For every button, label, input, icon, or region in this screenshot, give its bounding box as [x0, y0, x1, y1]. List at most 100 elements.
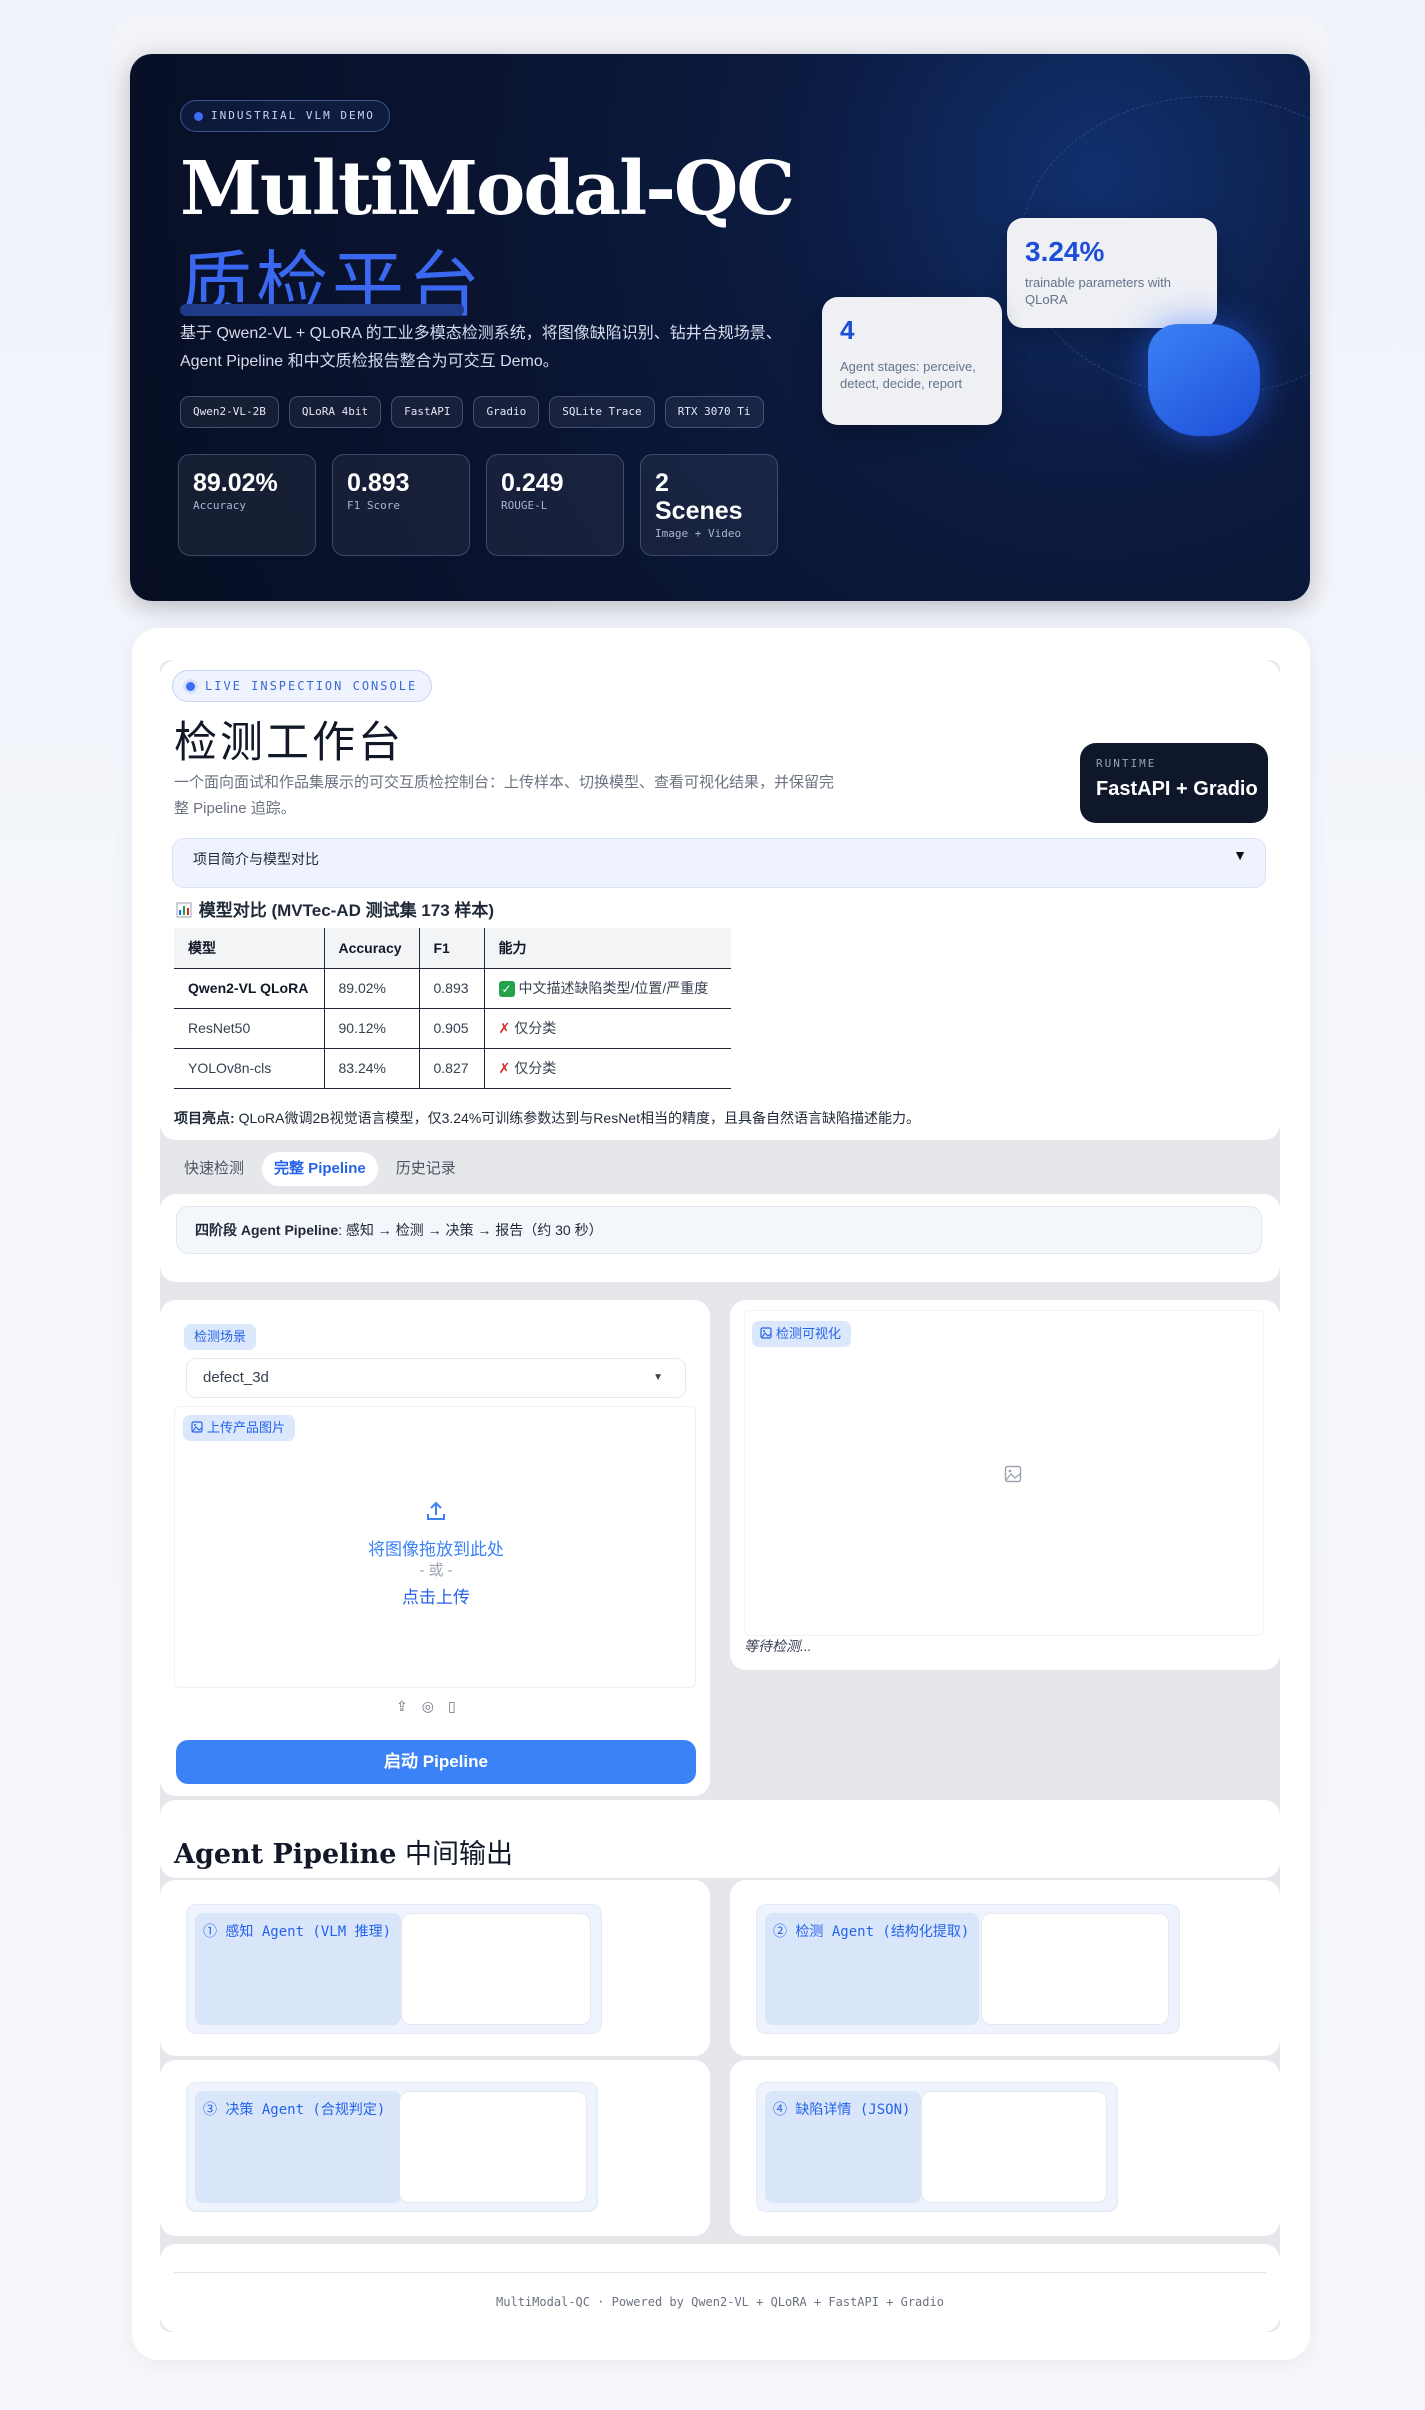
workspace-title: 检测工作台 [174, 718, 404, 768]
decide-agent-label: ③ 决策 Agent (合规判定) [195, 2091, 401, 2203]
metric-row: 89.02% Accuracy 0.893 F1 Score 0.249 ROU… [178, 454, 778, 556]
tab-history[interactable]: 历史记录 [384, 1152, 468, 1186]
metric-value: 0.249 [501, 469, 564, 497]
table-header: 能力 [484, 928, 731, 968]
upload-or-text: - 或 - [419, 1562, 453, 1579]
model-name: YOLOv8n-cls [174, 1047, 325, 1089]
tech-chip-row: Qwen2-VL-2B QLoRA 4bit FastAPI Gradio SQ… [180, 396, 764, 428]
metric-accuracy: 89.02% Accuracy [178, 454, 316, 556]
visualization-status: 等待检测... [744, 1638, 812, 1654]
visualization-label: 检测可视化 [752, 1321, 852, 1347]
runtime-badge: RUNTIME FastAPI + Gradio [1080, 743, 1268, 823]
params-label: trainable parameters with QLoRA [1025, 275, 1171, 307]
cross-icon: ✗ [498, 1020, 511, 1036]
metric-value: 0.893 [347, 469, 410, 497]
decide-agent-output: ③ 决策 Agent (合规判定) [186, 2082, 598, 2212]
defect-json-label: ④ 缺陷详情 (JSON) [765, 2091, 921, 2203]
metric-scenes: 2 Scenes Image + Video [640, 454, 778, 556]
detect-agent-label: ② 检测 Agent (结构化提取) [765, 1913, 979, 2025]
defect-json-output: ④ 缺陷详情 (JSON) [756, 2082, 1118, 2212]
clipboard-icon[interactable]: ▯ [448, 1698, 456, 1715]
agent-pipeline-title: Agent Pipeline 中间输出 [174, 1832, 513, 1871]
accordion-title: 项目简介与模型对比 [193, 851, 319, 867]
model-ability: ✓ 中文描述缺陷类型/位置/严重度 [484, 967, 731, 1008]
tech-chip: QLoRA 4bit [288, 396, 382, 428]
image-placeholder-icon [1004, 1465, 1022, 1483]
upload-icon [427, 1501, 445, 1520]
footer-card [160, 2244, 1280, 2332]
upload-icon[interactable]: ⇪ [396, 1698, 408, 1715]
ability-text: 仅分类 [514, 1020, 557, 1036]
decide-agent-textbox[interactable] [399, 2091, 587, 2203]
model-f1: 0.827 [419, 1047, 485, 1089]
project-highlight: 项目亮点: QLoRA微调2B视觉语言模型，仅3.24%可训练参数达到与ResN… [174, 1108, 920, 1128]
hero-description: 基于 Qwen2-VL + QLoRA 的工业多模态检测系统，将图像缺陷识别、钻… [180, 325, 782, 370]
bar-chart-icon [176, 902, 192, 918]
visualization-label-text: 检测可视化 [776, 1326, 842, 1341]
tech-chip: FastAPI [391, 396, 464, 428]
params-card: 3.24% trainable parameters with QLoRA [1007, 218, 1217, 328]
upload-drop-text: 将图像拖放到此处 [368, 1540, 504, 1559]
stages-card: 4 Agent stages: perceive, detect, decide… [822, 297, 1002, 425]
check-icon: ✓ [498, 981, 515, 997]
stages-label: Agent stages: perceive, detect, decide, … [840, 359, 976, 391]
decorative-blob [1148, 324, 1260, 436]
metric-label: Accuracy [193, 499, 246, 512]
scene-label: 检测场景 [184, 1324, 257, 1350]
comparison-title-text: 模型对比 (MVTec-AD 测试集 173 样本) [198, 901, 495, 920]
model-name: ResNet50 [174, 1007, 325, 1048]
detect-agent-textbox[interactable] [981, 1913, 1169, 2025]
table-header: 模型 [174, 928, 325, 968]
metric-label: F1 Score [347, 499, 400, 512]
tab-quick-detect[interactable]: 快速检测 [172, 1152, 256, 1186]
model-f1: 0.893 [419, 967, 485, 1008]
stages-value: 4 [840, 315, 855, 345]
tech-chip: Gradio [473, 396, 540, 428]
tab-bar: 快速检测 完整 Pipeline 历史记录 [172, 1152, 468, 1186]
metric-f1: 0.893 F1 Score [332, 454, 470, 556]
model-f1: 0.905 [419, 1007, 485, 1048]
params-value: 3.24% [1025, 236, 1105, 267]
tech-chip: Qwen2-VL-2B [180, 396, 279, 428]
scene-dropdown[interactable]: defect_3d ▼ [186, 1358, 686, 1398]
webcam-icon[interactable]: ◎ [422, 1698, 434, 1715]
table-row: Qwen2-VL QLoRA 89.02% 0.893 ✓ 中文描述缺陷类型/位置… [174, 967, 731, 1008]
perceive-agent-output: ① 感知 Agent (VLM 推理) [186, 1904, 602, 2034]
image-icon [760, 1327, 772, 1339]
runtime-label: RUNTIME [1096, 757, 1157, 770]
table-row: ResNet50 90.12% 0.905 ✗ 仅分类 [174, 1007, 731, 1048]
metric-rouge: 0.249 ROUGE-L [486, 454, 624, 556]
model-accuracy: 83.24% [324, 1047, 420, 1089]
tech-chip: SQLite Trace [549, 396, 655, 428]
model-accuracy: 89.02% [324, 967, 420, 1008]
defect-json-textbox[interactable] [921, 2091, 1107, 2203]
chevron-down-icon: ▼ [653, 1372, 663, 1383]
highlight-text: QLoRA微调2B视觉语言模型，仅3.24%可训练参数达到与ResNet相当的精… [238, 1110, 920, 1126]
footer-text: MultiModal-QC · Powered by Qwen2-VL + QL… [496, 2295, 944, 2309]
model-ability: ✗ 仅分类 [484, 1007, 731, 1048]
project-intro-accordion[interactable]: 项目简介与模型对比 ▼ [172, 838, 1266, 888]
start-pipeline-button[interactable]: 启动 Pipeline [176, 1740, 696, 1784]
image-upload-dropzone[interactable]: 上传产品图片 将图像拖放到此处 - 或 - 点击上传 [174, 1406, 696, 1688]
workspace-description: 一个面向面试和作品集展示的可交互质检控制台：上传样本、切换模型、查看可视化结果，… [174, 774, 835, 817]
live-console-pill: LIVE INSPECTION CONSOLE [172, 670, 433, 702]
pipeline-stage-info: 四阶段 Agent Pipeline: 感知 → 检测 → 决策 → 报告（约 … [176, 1206, 1262, 1254]
metric-value: 89.02% [193, 469, 278, 497]
hero-tag: INDUSTRIAL VLM DEMO [180, 100, 390, 132]
metric-label: Image + Video [655, 527, 742, 540]
perceive-agent-textbox[interactable] [401, 1913, 591, 2025]
comparison-title: 模型对比 (MVTec-AD 测试集 173 样本) [176, 896, 494, 921]
image-icon [191, 1421, 203, 1433]
upload-click-text[interactable]: 点击上传 [175, 1583, 697, 1608]
highlight-label: 项目亮点: [174, 1110, 235, 1126]
ability-text: 仅分类 [514, 1060, 557, 1076]
runtime-value: FastAPI + Gradio [1096, 778, 1258, 800]
stage-text: : 感知 → 检测 → 决策 → 报告（约 30 秒） [338, 1222, 603, 1238]
perceive-agent-label: ① 感知 Agent (VLM 推理) [195, 1913, 401, 2025]
table-header: F1 [419, 928, 485, 968]
detect-agent-output: ② 检测 Agent (结构化提取) [756, 1904, 1180, 2034]
footer-divider [174, 2272, 1266, 2273]
tech-chip: RTX 3070 Ti [664, 396, 764, 428]
tab-full-pipeline[interactable]: 完整 Pipeline [262, 1152, 378, 1186]
chevron-down-icon[interactable]: ▼ [1233, 847, 1247, 863]
